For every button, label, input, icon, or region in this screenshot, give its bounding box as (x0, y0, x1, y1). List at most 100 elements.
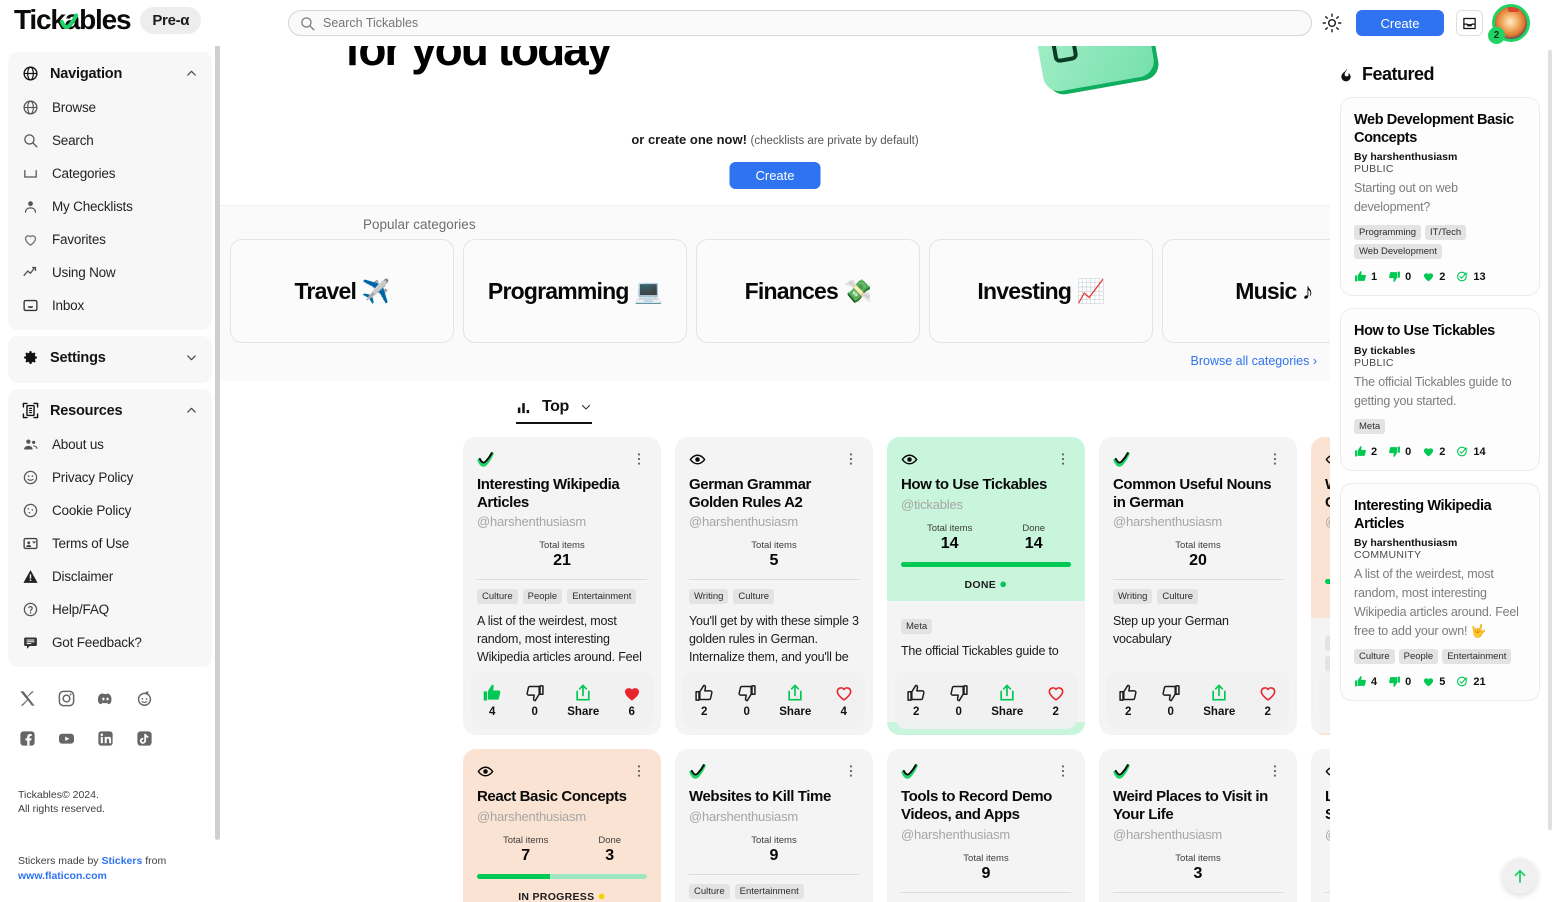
like-button[interactable]: 2 (906, 683, 926, 718)
checklist-card[interactable]: Web Development Basic Concepts@harshenth… (1311, 437, 1330, 736)
checklist-card[interactable]: Learning Basic Baking Skills for Beginne… (1311, 749, 1330, 902)
dislike-button[interactable]: 0 (737, 683, 757, 718)
tag[interactable]: Culture (1354, 649, 1395, 665)
tag[interactable]: Entertainment (567, 589, 637, 605)
featured-card[interactable]: Web Development Basic Concepts By harshen… (1340, 97, 1540, 297)
category-card[interactable]: Music ♪ (1162, 239, 1330, 343)
search-bar[interactable] (288, 10, 1312, 36)
sidebar-item-using-now[interactable]: Using Now (8, 256, 212, 289)
sort-filter[interactable]: Top (516, 398, 592, 424)
checklist-card[interactable]: Websites to Kill Time @harshenthusiasm Tot… (675, 749, 873, 902)
linkedin-icon[interactable] (96, 729, 115, 753)
featured-card[interactable]: Interesting Wikipedia Articles By harshen… (1340, 483, 1540, 702)
tiktok-icon[interactable] (135, 729, 154, 753)
hero-create-button[interactable]: Create (729, 162, 821, 189)
tag[interactable]: Entertainment (1442, 649, 1512, 665)
sidebar-item-categories[interactable]: Categories (8, 157, 212, 190)
search-icon (24, 134, 38, 148)
checklist-card[interactable]: Interesting Wikipedia Articles @harshenth… (463, 437, 661, 736)
sidebar-group-header-navigation[interactable]: Navigation (8, 56, 212, 91)
card-more-menu-icon[interactable] (1055, 451, 1071, 472)
checklist-card[interactable]: React Basic Concepts @harshenthusiasm Tota… (463, 749, 661, 902)
sidebar-item-got-feedback[interactable]: Got Feedback? (8, 626, 212, 659)
dislike-button[interactable]: 0 (1161, 683, 1181, 718)
checklist-author: @harshenthusiasm (689, 809, 798, 825)
tag[interactable]: Meta (1354, 419, 1386, 435)
tag[interactable]: Programming (1354, 225, 1422, 241)
sidebar-group-header-settings[interactable]: Settings (8, 340, 212, 375)
checklist-card[interactable]: German Grammar Golden Rules A2 @harshenth… (675, 437, 873, 736)
card-more-menu-icon[interactable] (1055, 763, 1071, 784)
tag[interactable]: Entertainment (734, 884, 804, 900)
category-card[interactable]: Travel ✈️ (230, 239, 454, 343)
dislike-button[interactable]: 0 (525, 683, 545, 718)
browse-all-categories-link[interactable]: Browse all categories › (1191, 354, 1317, 368)
checklist-card[interactable]: Weird Places to Visit in Your Life @harsh… (1099, 749, 1297, 902)
card-more-menu-icon[interactable] (631, 763, 647, 784)
sidebar-item-search[interactable]: Search (8, 124, 212, 157)
share-button[interactable]: Share (779, 683, 811, 718)
favorite-button[interactable]: 6 (622, 683, 642, 718)
tag[interactable]: Culture (477, 589, 518, 605)
credit-link-flaticon[interactable]: www.flaticon.com (18, 870, 107, 882)
search-input[interactable] (323, 16, 1301, 30)
card-more-menu-icon[interactable] (843, 763, 859, 784)
scroll-to-top-button[interactable] (1502, 858, 1538, 894)
instagram-icon[interactable] (57, 689, 76, 713)
checklist-card[interactable]: Tools to Record Demo Videos, and Apps @ha… (887, 749, 1085, 902)
card-more-menu-icon[interactable] (1267, 763, 1283, 784)
user-avatar[interactable]: 2 (1488, 4, 1530, 44)
share-button[interactable]: Share (567, 683, 599, 718)
card-more-menu-icon[interactable] (1267, 451, 1283, 472)
card-more-menu-icon[interactable] (631, 451, 647, 472)
credit-link-stickers[interactable]: Stickers (101, 855, 142, 867)
tag[interactable]: Culture (733, 589, 775, 605)
share-button[interactable]: Share (1203, 683, 1235, 718)
share-button[interactable]: Share (991, 683, 1023, 718)
discord-icon[interactable] (96, 689, 115, 713)
tag[interactable]: IT/Tech (1425, 225, 1467, 241)
youtube-icon[interactable] (57, 729, 76, 753)
category-card[interactable]: Finances 💸 (696, 239, 920, 343)
tag[interactable]: Writing (1113, 589, 1153, 605)
sidebar-item-inbox[interactable]: Inbox (8, 289, 212, 322)
featured-card[interactable]: How to Use Tickables By tickables PUBLIC Th… (1340, 308, 1540, 472)
sidebar-item-disclaimer[interactable]: Disclaimer (8, 560, 212, 593)
checklist-card[interactable]: Common Useful Nouns in German @harshenthu… (1099, 437, 1297, 736)
tag[interactable]: Web Development (1354, 244, 1442, 260)
logo[interactable]: Tickables Pre-α (14, 4, 202, 36)
tag[interactable]: Writing (689, 589, 729, 605)
dislike-button[interactable]: 0 (949, 683, 969, 718)
sidebar-item-about-us[interactable]: About us (8, 428, 212, 461)
checklist-card[interactable]: How to Use Tickables @tickables Total item… (887, 437, 1085, 736)
like-button[interactable]: 4 (482, 683, 502, 718)
tag[interactable]: Meta (901, 618, 933, 634)
featured-scrollbar[interactable] (1548, 50, 1552, 830)
tag[interactable]: People (1398, 649, 1439, 665)
facebook-icon[interactable] (18, 729, 37, 753)
sidebar-item-privacy-policy[interactable]: Privacy Policy (8, 461, 212, 494)
favorite-button[interactable]: 2 (1258, 683, 1278, 718)
tag[interactable]: Culture (1157, 589, 1199, 605)
like-button[interactable]: 2 (1118, 683, 1138, 718)
tag[interactable]: People (522, 589, 563, 605)
sidebar-item-browse[interactable]: Browse (8, 91, 212, 124)
inbox-button[interactable] (1456, 10, 1483, 36)
sidebar-item-my-checklists[interactable]: My Checklists (8, 190, 212, 223)
category-card[interactable]: Investing 📈 (929, 239, 1153, 343)
favorite-button[interactable]: 4 (834, 683, 854, 718)
sidebar-item-cookie-policy[interactable]: Cookie Policy (8, 494, 212, 527)
tag[interactable]: Culture (689, 884, 730, 900)
sidebar-item-help-faq[interactable]: Help/FAQ (8, 593, 212, 626)
theme-toggle-icon[interactable] (1322, 13, 1342, 33)
sidebar-group-header-resources[interactable]: Resources (8, 393, 212, 428)
x-icon[interactable] (18, 689, 37, 713)
card-more-menu-icon[interactable] (843, 451, 859, 472)
like-button[interactable]: 2 (694, 683, 714, 718)
category-card[interactable]: Programming 💻 (463, 239, 687, 343)
reddit-icon[interactable] (135, 689, 154, 713)
sidebar-item-favorites[interactable]: Favorites (8, 223, 212, 256)
sidebar-item-terms-of-use[interactable]: Terms of Use (8, 527, 212, 560)
create-button[interactable]: Create (1356, 10, 1444, 36)
favorite-button[interactable]: 2 (1046, 683, 1066, 718)
